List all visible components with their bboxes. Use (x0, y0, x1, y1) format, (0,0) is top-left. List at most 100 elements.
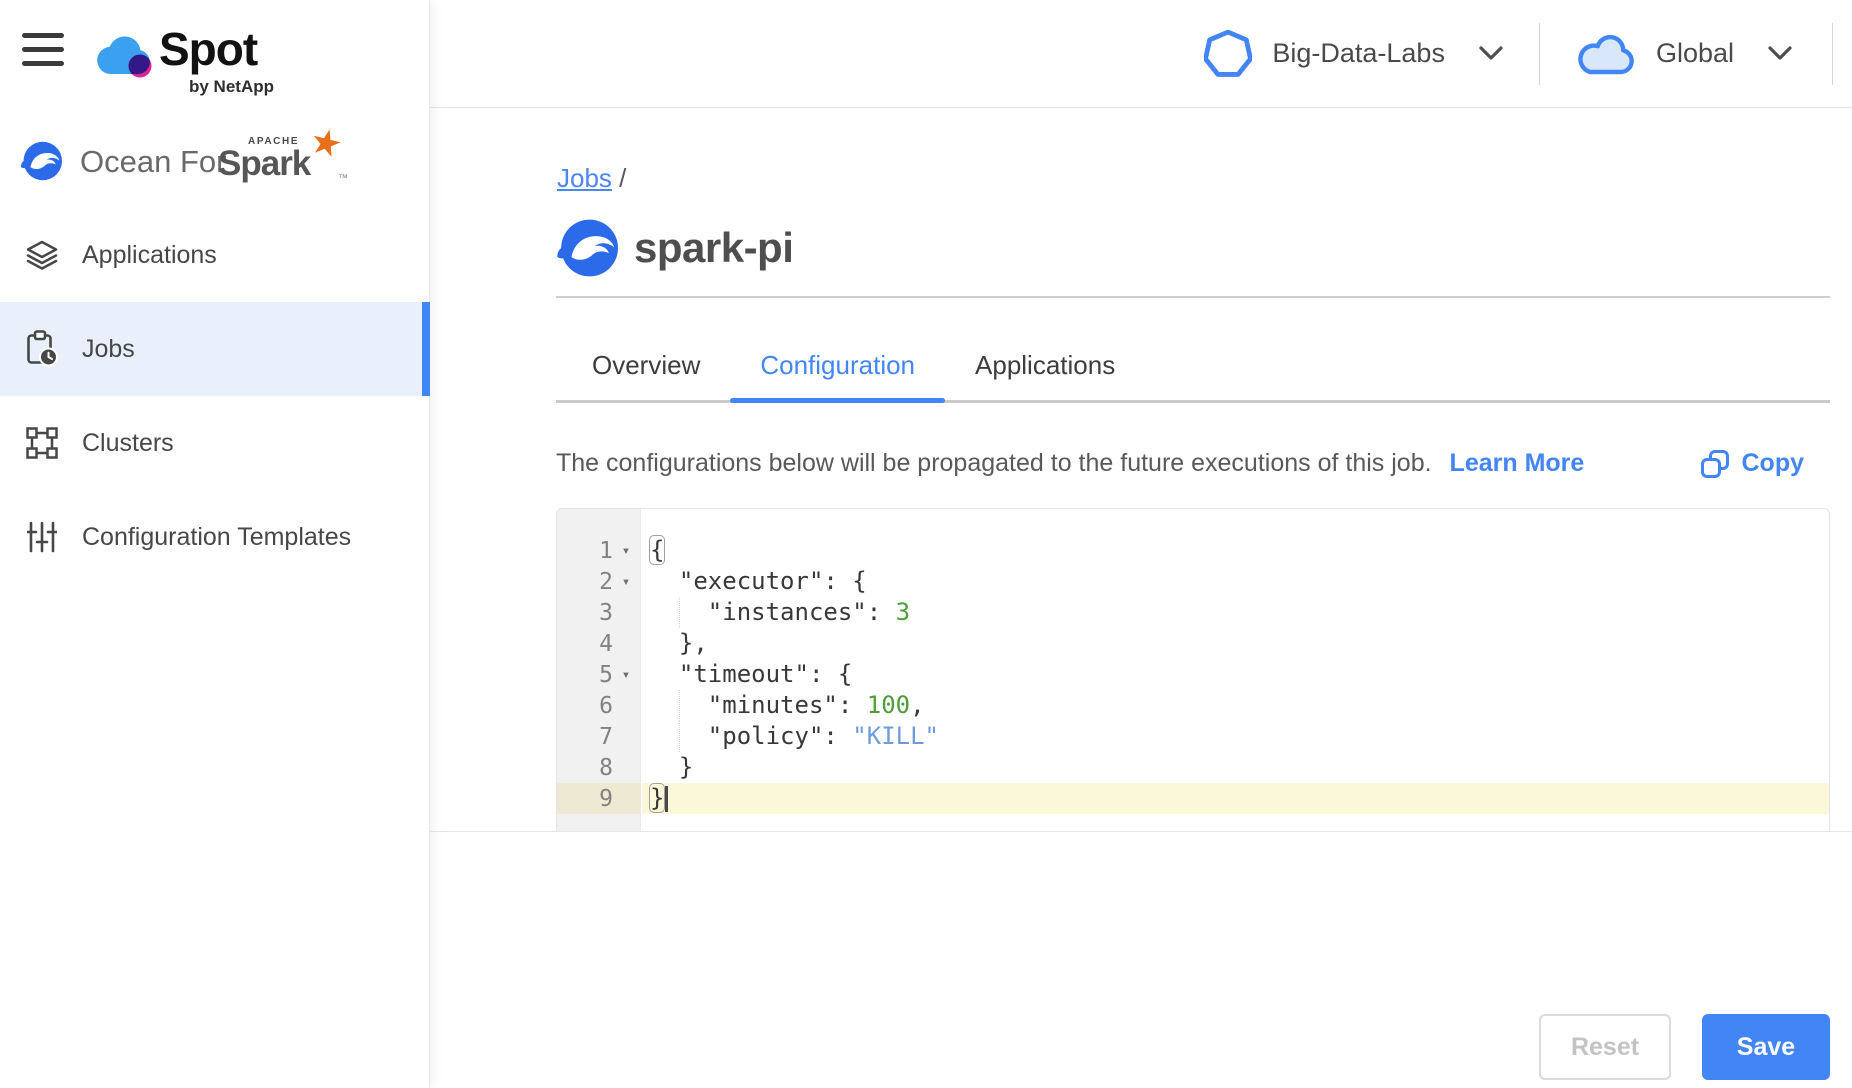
editor-gutter: 1▾2▾345▾6789 (557, 509, 641, 831)
editor-line[interactable]: "executor": { (642, 566, 1829, 597)
sidebar-item-label: Clusters (82, 429, 174, 458)
spark-wordmark: Spark (218, 144, 310, 184)
learn-more-link[interactable]: Learn More (1450, 449, 1585, 478)
ocean-wave-icon (556, 217, 618, 279)
code-token-plain: , (910, 691, 924, 719)
ocean-wave-icon (20, 140, 62, 182)
sidebar-nav: Applications Jobs (0, 208, 430, 584)
code-token-plain: "timeout": { (650, 660, 852, 688)
top-header: Big-Data-Labs Global (430, 0, 1852, 108)
chevron-down-icon (1768, 46, 1792, 61)
gutter-cell: 5▾ (557, 659, 640, 690)
footer-actions: Reset Save (1539, 1014, 1830, 1080)
fold-toggle-icon[interactable]: ▾ (613, 543, 639, 559)
apache-spark-logo: APACHE Spark ★ ™ (218, 130, 328, 186)
indent-guide (679, 597, 680, 628)
breadcrumb-jobs-link[interactable]: Jobs (557, 163, 612, 193)
line-number: 9 (563, 786, 613, 812)
fold-toggle-icon[interactable]: ▾ (613, 667, 639, 683)
editor-line[interactable]: "policy": "KILL" (642, 721, 1829, 752)
gutter-cell: 3 (557, 597, 640, 628)
line-number: 6 (563, 693, 613, 719)
line-number: 2 (563, 569, 613, 595)
sidebar-item-clusters[interactable]: Clusters (0, 396, 430, 490)
hamburger-menu-icon[interactable] (22, 33, 64, 66)
line-number: 3 (563, 600, 613, 626)
editor-line[interactable]: { (642, 535, 1829, 566)
sidebar-item-label: Applications (82, 241, 217, 270)
editor-line[interactable]: } (642, 783, 1829, 814)
line-number: 8 (563, 755, 613, 781)
copy-icon (1701, 450, 1729, 478)
editor-line[interactable]: "instances": 3 (642, 597, 1829, 628)
page-title-row: spark-pi (556, 217, 793, 279)
tab-overview[interactable]: Overview (562, 340, 730, 400)
code-token-plain: } (650, 753, 693, 781)
sidebar-item-jobs[interactable]: Jobs (0, 302, 430, 396)
sidebar-item-label: Configuration Templates (82, 523, 351, 552)
page-title: spark-pi (634, 224, 793, 272)
code-token-match: } (650, 784, 664, 812)
spot-cloud-icon (95, 30, 157, 82)
main-area: Big-Data-Labs Global Jobs / spark-pi (430, 0, 1852, 1088)
save-button[interactable]: Save (1702, 1014, 1830, 1080)
heptagon-icon (1204, 30, 1252, 78)
code-token-plain: }, (650, 629, 708, 657)
line-number: 1 (563, 538, 613, 564)
content-footer-divider (430, 831, 1852, 832)
clipboard-clock-icon (25, 330, 59, 368)
code-token-plain: "instances": (650, 598, 896, 626)
title-divider (556, 296, 1830, 298)
copy-button[interactable]: Copy (1701, 449, 1805, 478)
copy-button-label: Copy (1742, 449, 1805, 478)
organization-switcher[interactable]: Big-Data-Labs (1204, 30, 1503, 78)
header-divider (1832, 23, 1833, 85)
editor-line[interactable]: "minutes": 100, (642, 690, 1829, 721)
code-token-plain: "policy": (650, 722, 852, 750)
gutter-cell: 7 (557, 721, 640, 752)
gutter-cell: 2▾ (557, 566, 640, 597)
editor-code-area[interactable]: { "executor": { "instances": 3 }, "timeo… (642, 509, 1829, 831)
editor-line[interactable]: }, (642, 628, 1829, 659)
spark-trademark: ™ (338, 173, 348, 184)
sidebar: Spot by NetApp Ocean For APACHE Spark ★ … (0, 0, 430, 1088)
line-number: 7 (563, 724, 613, 750)
text-cursor (665, 786, 668, 812)
reset-button[interactable]: Reset (1539, 1014, 1671, 1080)
fold-toggle-icon[interactable]: ▾ (613, 574, 639, 590)
chevron-down-icon (1479, 46, 1503, 61)
sliders-icon (25, 521, 59, 553)
code-token-number: 3 (896, 598, 910, 626)
configuration-description-row: The configurations below will be propaga… (556, 449, 1830, 478)
sidebar-item-label: Jobs (82, 335, 135, 364)
scope-name: Global (1656, 38, 1734, 69)
tab-bar: Overview Configuration Applications (556, 340, 1830, 403)
code-token-plain: "executor": { (650, 567, 867, 595)
sidebar-item-configuration-templates[interactable]: Configuration Templates (0, 490, 430, 584)
ocean-for-label: Ocean For (80, 144, 226, 180)
organization-name: Big-Data-Labs (1272, 38, 1445, 69)
sidebar-item-applications[interactable]: Applications (0, 208, 430, 302)
layers-icon (25, 240, 59, 270)
json-config-editor[interactable]: 1▾2▾345▾6789 { "executor": { "instances"… (556, 508, 1830, 831)
editor-line[interactable]: "timeout": { (642, 659, 1829, 690)
editor-line[interactable]: } (642, 752, 1829, 783)
gutter-cell: 6 (557, 690, 640, 721)
breadcrumb: Jobs / (557, 163, 626, 194)
line-number: 4 (563, 631, 613, 657)
scope-switcher[interactable]: Global (1576, 31, 1792, 77)
header-divider (1539, 23, 1540, 85)
gutter-cell: 8 (557, 752, 640, 783)
spot-logo[interactable]: Spot by NetApp (95, 22, 315, 100)
code-token-number: 100 (867, 691, 910, 719)
tab-applications[interactable]: Applications (945, 340, 1145, 400)
breadcrumb-separator: / (619, 163, 626, 193)
spark-star-icon: ★ (305, 119, 346, 168)
tab-configuration[interactable]: Configuration (730, 340, 945, 400)
cluster-nodes-icon (25, 427, 59, 459)
indent-guide (679, 721, 680, 752)
indent-guide (679, 690, 680, 721)
cloud-icon (1576, 31, 1636, 77)
configuration-description: The configurations below will be propaga… (556, 449, 1432, 478)
spot-byline: by NetApp (189, 77, 274, 97)
